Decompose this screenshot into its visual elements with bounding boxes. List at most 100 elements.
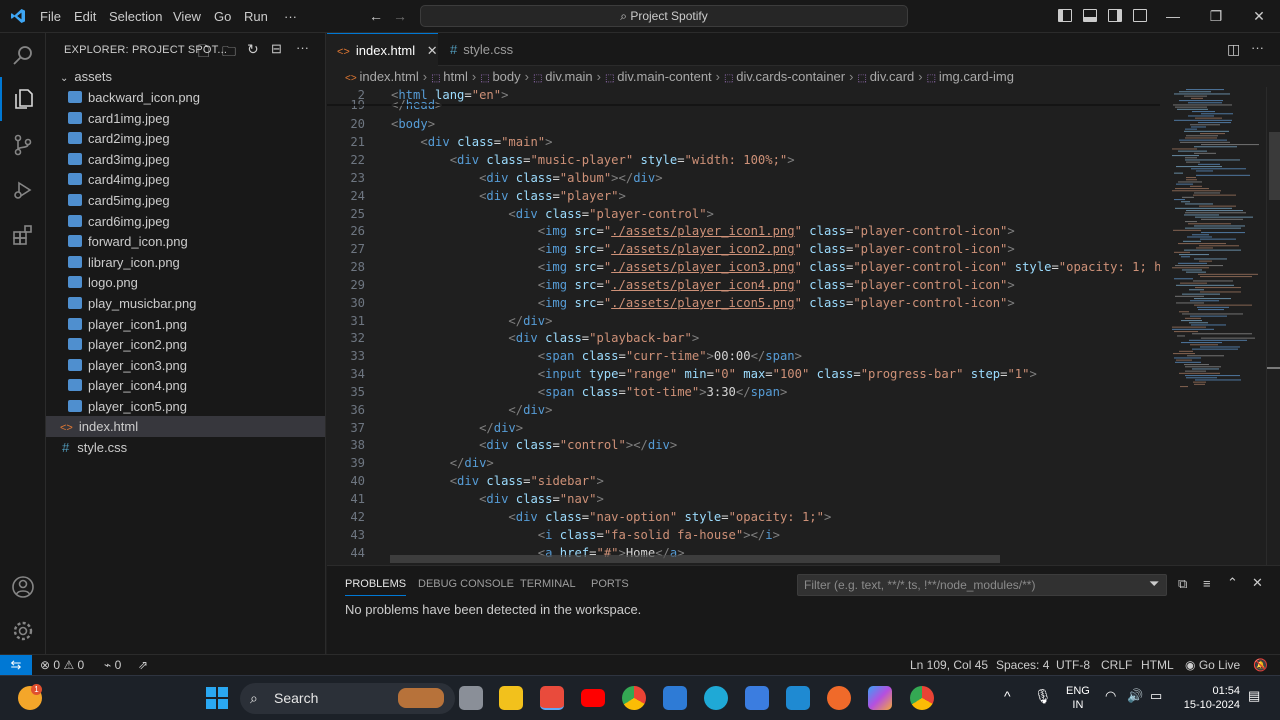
toggle-secondary-sidebar-icon[interactable] <box>1108 9 1122 22</box>
toggle-panel-icon[interactable] <box>1083 9 1097 22</box>
file-item[interactable]: player_icon3.png <box>46 355 325 376</box>
search-activity-icon[interactable] <box>0 33 46 77</box>
code-line[interactable]: 20 <body> <box>327 116 1160 134</box>
file-index-html[interactable]: <> index.html <box>46 416 325 437</box>
code-line[interactable]: 42 <div class="nav-option" style="opacit… <box>327 509 1160 527</box>
clock[interactable]: 01:54 15-10-2024 <box>1180 684 1240 712</box>
explorer-activity-icon[interactable] <box>0 77 46 121</box>
collapse-panel-icon[interactable]: ⧉ <box>1178 576 1187 592</box>
battery-icon[interactable]: ▭ <box>1150 688 1162 704</box>
breadcrumb-item[interactable]: div.card <box>870 69 915 84</box>
firefox-icon[interactable] <box>827 686 851 710</box>
tab-style-css[interactable]: # style.css <box>440 33 540 66</box>
taskbar-search[interactable]: ⌕ Search <box>240 683 455 714</box>
file-item[interactable]: card4img.jpeg <box>46 169 325 190</box>
code-line[interactable]: 24 <div class="player"> <box>327 188 1160 206</box>
cursor-position[interactable]: Ln 109, Col 45 <box>910 658 988 672</box>
view-as-list-icon[interactable]: ≡ <box>1203 576 1211 591</box>
vscode-taskbar-icon[interactable] <box>786 686 810 710</box>
file-item[interactable]: forward_icon.png <box>46 231 325 252</box>
code-line[interactable]: 35 <span class="tot-time">3:30</span> <box>327 384 1160 402</box>
go-live-button[interactable]: ◉ Go Live <box>1185 658 1240 672</box>
file-item[interactable]: logo.png <box>46 272 325 293</box>
code-line[interactable]: 37 </div> <box>327 420 1160 438</box>
back-arrow-icon[interactable]: ← <box>368 8 384 24</box>
tab-debug-console[interactable]: DEBUG CONSOLE <box>418 578 514 590</box>
language-indicator[interactable]: ENG IN <box>1066 684 1090 712</box>
menu-view[interactable]: View <box>173 9 201 24</box>
file-item[interactable]: player_icon1.png <box>46 314 325 335</box>
breadcrumb-item[interactable]: div.main <box>545 69 592 84</box>
microsoft-store-icon[interactable] <box>663 686 687 710</box>
ports-status[interactable]: ⌁ 0 <box>104 658 121 672</box>
notifications-icon[interactable]: 🔕 <box>1253 658 1268 672</box>
breadcrumb-item[interactable]: div.cards-container <box>736 69 845 84</box>
code-line[interactable]: 27 <img src="./assets/player_icon2.png" … <box>327 241 1160 259</box>
minimize-icon[interactable]: — <box>1165 8 1181 24</box>
command-center-search[interactable]: ⌕ Project Spotify <box>420 5 908 27</box>
filter-icon[interactable]: ⏷ <box>1149 576 1159 592</box>
language-mode[interactable]: HTML <box>1141 658 1174 672</box>
notification-center-icon[interactable]: ▤ <box>1248 688 1260 704</box>
menu-edit[interactable]: Edit <box>74 9 96 24</box>
toggle-sidebar-icon[interactable] <box>1058 9 1072 22</box>
breadcrumb-item[interactable]: div.main-content <box>617 69 711 84</box>
restore-icon[interactable]: ❐ <box>1208 8 1224 24</box>
live-share-icon[interactable]: ⇗ <box>138 658 148 672</box>
minimap[interactable] <box>1160 87 1266 565</box>
collapse-all-icon[interactable]: ⊟ <box>271 41 282 57</box>
code-line[interactable]: 29 <img src="./assets/player_icon4.png" … <box>327 277 1160 295</box>
menu-selection[interactable]: Selection <box>109 9 162 24</box>
code-line[interactable]: 39 </div> <box>327 455 1160 473</box>
chrome-profile-icon[interactable] <box>910 686 934 710</box>
account-icon[interactable] <box>0 565 46 609</box>
code-line[interactable]: 33 <span class="curr-time">00:00</span> <box>327 348 1160 366</box>
code-line[interactable]: 21 <div class="main"> <box>327 134 1160 152</box>
remote-icon[interactable]: ⇆ <box>0 655 32 675</box>
file-item[interactable]: card1img.jpeg <box>46 108 325 129</box>
maximize-panel-icon[interactable]: ⌃ <box>1227 575 1238 591</box>
file-item[interactable]: play_musicbar.png <box>46 293 325 314</box>
copilot-icon[interactable] <box>868 686 892 710</box>
wifi-icon[interactable]: ◠ <box>1105 688 1116 704</box>
file-item[interactable]: player_icon5.png <box>46 396 325 417</box>
code-line[interactable]: 36 </div> <box>327 402 1160 420</box>
errors-status[interactable]: ⊗ 0 ⚠ 0 <box>40 658 84 672</box>
code-line[interactable]: 31 </div> <box>327 313 1160 331</box>
code-line[interactable]: 40 <div class="sidebar"> <box>327 473 1160 491</box>
new-file-icon[interactable]: 🗋 <box>198 41 209 65</box>
manage-gear-icon[interactable] <box>0 609 46 653</box>
file-item[interactable]: card3img.jpeg <box>46 149 325 170</box>
split-editor-icon[interactable]: ◫ <box>1227 41 1240 58</box>
vertical-scrollbar[interactable] <box>1266 87 1280 565</box>
end-of-line[interactable]: CRLF <box>1101 658 1132 672</box>
code-line[interactable]: 43 <i class="fa-solid fa-house"></i> <box>327 527 1160 545</box>
youtube-icon[interactable] <box>581 689 605 707</box>
code-line[interactable]: 38 <div class="control"></div> <box>327 437 1160 455</box>
show-hidden-icons[interactable]: ^ <box>1004 688 1011 704</box>
more-actions-icon[interactable]: ··· <box>296 40 309 55</box>
close-window-icon[interactable]: ✕ <box>1251 8 1267 24</box>
folder-assets[interactable]: ⌄ assets <box>46 66 325 87</box>
customize-layout-icon[interactable] <box>1133 9 1147 22</box>
code-line[interactable]: 26 <img src="./assets/player_icon1.png" … <box>327 223 1160 241</box>
menu-run[interactable]: Run <box>244 9 268 24</box>
breadcrumb-item[interactable]: body <box>492 69 520 84</box>
breadcrumb-item[interactable]: index.html <box>359 69 418 84</box>
microphone-icon[interactable]: 🎙 <box>1034 688 1052 705</box>
edge-icon[interactable] <box>704 686 728 710</box>
code-line[interactable]: 41 <div class="nav"> <box>327 491 1160 509</box>
source-control-icon[interactable] <box>0 123 46 167</box>
calculator-icon[interactable] <box>745 686 769 710</box>
code-line[interactable]: 32 <div class="playback-bar"> <box>327 330 1160 348</box>
file-item[interactable]: card5img.jpeg <box>46 190 325 211</box>
breadcrumb-item[interactable]: html <box>443 69 468 84</box>
breadcrumb-item[interactable]: img.card-img <box>939 69 1014 84</box>
refresh-icon[interactable]: ↻ <box>247 41 259 58</box>
chrome-icon[interactable] <box>622 686 646 710</box>
file-item[interactable]: backward_icon.png <box>46 87 325 108</box>
file-style-css[interactable]: # style.css <box>46 437 325 458</box>
snipping-tool-icon[interactable] <box>540 686 564 710</box>
indentation[interactable]: Spaces: 4 <box>996 658 1049 672</box>
tab-ports[interactable]: PORTS <box>591 578 629 590</box>
